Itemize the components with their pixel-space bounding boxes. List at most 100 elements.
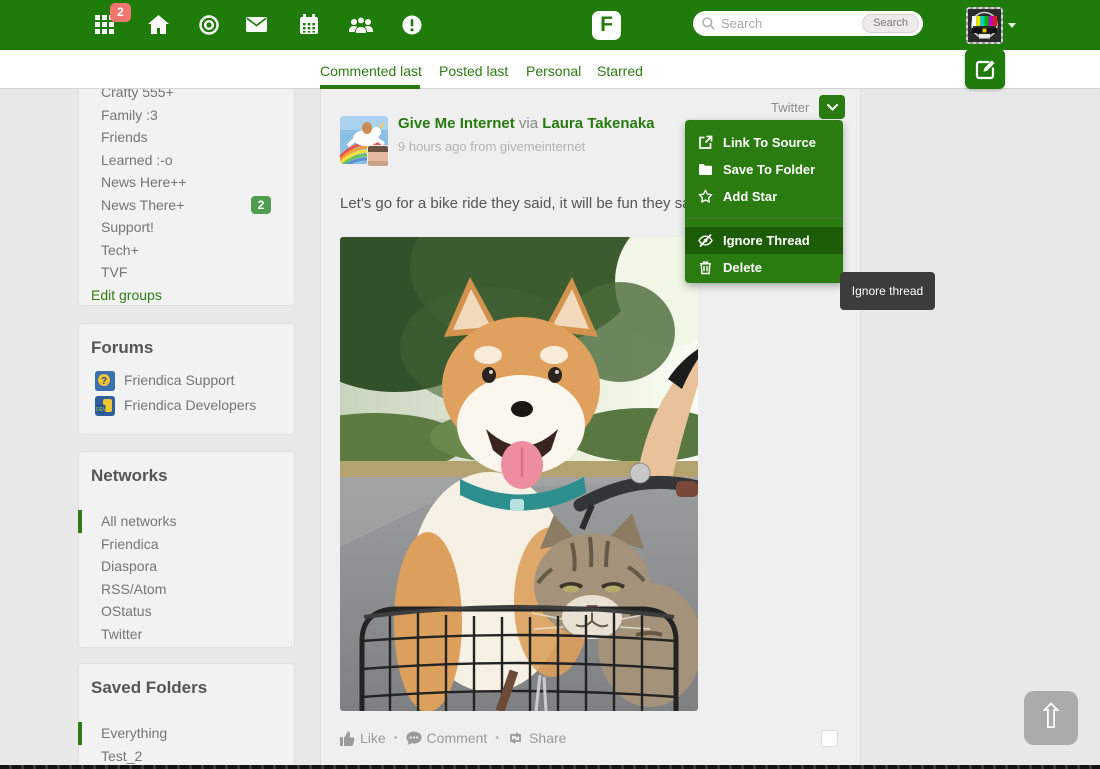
networks-panel: Networks All networks Friendica Diaspora… — [78, 451, 295, 648]
group-item[interactable]: News There+ 2 — [79, 194, 294, 217]
contacts-icon[interactable] — [349, 15, 371, 37]
group-item[interactable]: News Here++ — [79, 171, 294, 194]
network-filter-ostatus[interactable]: OStatus — [79, 600, 294, 623]
search-submit-button[interactable]: Search — [862, 14, 919, 33]
comment-button[interactable]: Comment — [406, 730, 488, 746]
search-bar: Search — [693, 11, 923, 36]
post-network-label: Twitter — [771, 100, 809, 115]
eye-slash-icon — [698, 233, 713, 248]
comment-label: Comment — [427, 730, 488, 746]
group-item[interactable]: Friends — [79, 126, 294, 149]
post-author-name[interactable]: Give Me Internet — [398, 115, 515, 132]
network-filter-diaspora[interactable]: Diaspora — [79, 555, 294, 578]
thumbs-up-icon — [340, 731, 355, 746]
menu-item-delete[interactable]: Delete — [685, 254, 843, 281]
group-item[interactable]: TVF — [79, 261, 294, 284]
group-label: News Here++ — [101, 174, 187, 190]
friendica-network-page: 2 — [0, 0, 1100, 769]
saved-folders-title: Saved Folders — [79, 664, 294, 708]
thread-actions-dropdown-button[interactable] — [819, 95, 845, 119]
user-avatar[interactable] — [966, 7, 1003, 44]
forum-label: Friendica Developers — [124, 393, 256, 418]
search-icon — [702, 17, 715, 30]
tab-commented-last[interactable]: Commented last — [320, 63, 422, 79]
group-item[interactable]: Support! — [79, 216, 294, 239]
action-separator: • — [495, 732, 499, 744]
folder-label: Everything — [101, 725, 167, 741]
like-button[interactable]: Like — [340, 730, 386, 746]
menu-separator — [685, 218, 843, 219]
networks-title: Networks — [79, 452, 294, 496]
svg-text:DEV: DEV — [96, 407, 107, 413]
tab-personal[interactable]: Personal — [526, 63, 581, 79]
forum-item[interactable]: ? Friendica Support — [79, 368, 294, 393]
friendica-logo[interactable]: F — [592, 11, 621, 40]
network-label: Twitter — [101, 626, 142, 642]
network-filter-twitter[interactable]: Twitter — [79, 623, 294, 646]
calendar-icon[interactable] — [299, 14, 321, 36]
menu-item-ignore-thread[interactable]: Ignore Thread — [685, 227, 843, 254]
network-label: RSS/Atom — [101, 581, 166, 597]
tab-starred[interactable]: Starred — [597, 63, 643, 79]
post-select-checkbox[interactable] — [821, 730, 838, 747]
network-label: OStatus — [101, 603, 152, 619]
group-item[interactable]: Family :3 — [79, 104, 294, 127]
top-navbar: 2 — [0, 0, 1100, 50]
network-label: All networks — [101, 513, 176, 529]
search-input[interactable] — [721, 16, 862, 31]
saved-folders-panel: Saved Folders Everything Test_2 — [78, 663, 295, 769]
menu-item-label: Delete — [723, 260, 762, 275]
thread-actions-menu: Link To Source Save To Folder Add Star — [685, 120, 843, 283]
folder-item-test2[interactable]: Test_2 — [79, 745, 294, 768]
messages-icon[interactable] — [246, 17, 268, 39]
viewport-bottom-edge — [0, 765, 1100, 769]
menu-item-save-to-folder[interactable]: Save To Folder — [685, 156, 843, 183]
forum-item[interactable]: DEV Friendica Developers — [79, 393, 294, 418]
active-tab-underline — [320, 85, 420, 89]
via-author-name[interactable]: Laura Takenaka — [542, 115, 654, 132]
forum-avatar: ? — [95, 371, 115, 391]
active-indicator — [78, 510, 82, 533]
like-label: Like — [360, 730, 386, 746]
group-label: Support! — [101, 219, 154, 235]
network-filter-all[interactable]: All networks — [79, 510, 294, 533]
trash-icon — [698, 260, 713, 275]
group-label: Tech+ — [101, 242, 139, 258]
menu-item-add-star[interactable]: Add Star — [685, 183, 843, 210]
share-button[interactable]: Share — [507, 730, 566, 746]
scroll-to-top-button[interactable]: ⇧ — [1024, 691, 1078, 745]
circles-icon[interactable] — [199, 15, 221, 37]
folder-item-everything[interactable]: Everything — [79, 722, 294, 745]
notifications-alert-icon[interactable] — [402, 15, 424, 37]
post-action-bar: Like • Comment • — [340, 730, 566, 746]
network-filter-rss[interactable]: RSS/Atom — [79, 578, 294, 601]
group-label: Learned :-o — [101, 152, 173, 168]
group-label: News There+ — [101, 197, 184, 213]
menu-item-label: Save To Folder — [723, 162, 815, 177]
action-separator: • — [394, 732, 398, 744]
post-photo[interactable] — [340, 237, 698, 711]
forum-avatar: DEV — [95, 396, 115, 416]
user-menu-caret-icon[interactable] — [1008, 23, 1016, 28]
edit-groups-link[interactable]: Edit groups — [79, 284, 294, 306]
menu-item-link-to-source[interactable]: Link To Source — [685, 129, 843, 156]
group-unread-badge: 2 — [251, 196, 271, 214]
network-label: Friendica — [101, 536, 159, 552]
ignore-thread-tooltip: Ignore thread — [840, 272, 935, 310]
group-label: Family :3 — [101, 107, 158, 123]
compose-post-button[interactable] — [965, 49, 1005, 89]
folder-icon — [698, 162, 713, 177]
group-item[interactable]: Learned :-o — [79, 149, 294, 172]
forum-label: Friendica Support — [124, 368, 235, 393]
post-title-line: Give Me Internet via Laura Takenaka — [398, 115, 655, 132]
up-arrow-icon: ⇧ — [1037, 697, 1066, 737]
home-icon[interactable] — [148, 15, 170, 37]
via-label: via — [519, 115, 538, 132]
group-item[interactable]: Tech+ — [79, 239, 294, 262]
retweet-share-icon — [507, 731, 524, 745]
tab-posted-last[interactable]: Posted last — [439, 63, 508, 79]
notification-badge: 2 — [110, 3, 131, 22]
external-link-icon — [698, 135, 713, 150]
network-filter-friendica[interactable]: Friendica — [79, 533, 294, 556]
menu-item-label: Link To Source — [723, 135, 816, 150]
